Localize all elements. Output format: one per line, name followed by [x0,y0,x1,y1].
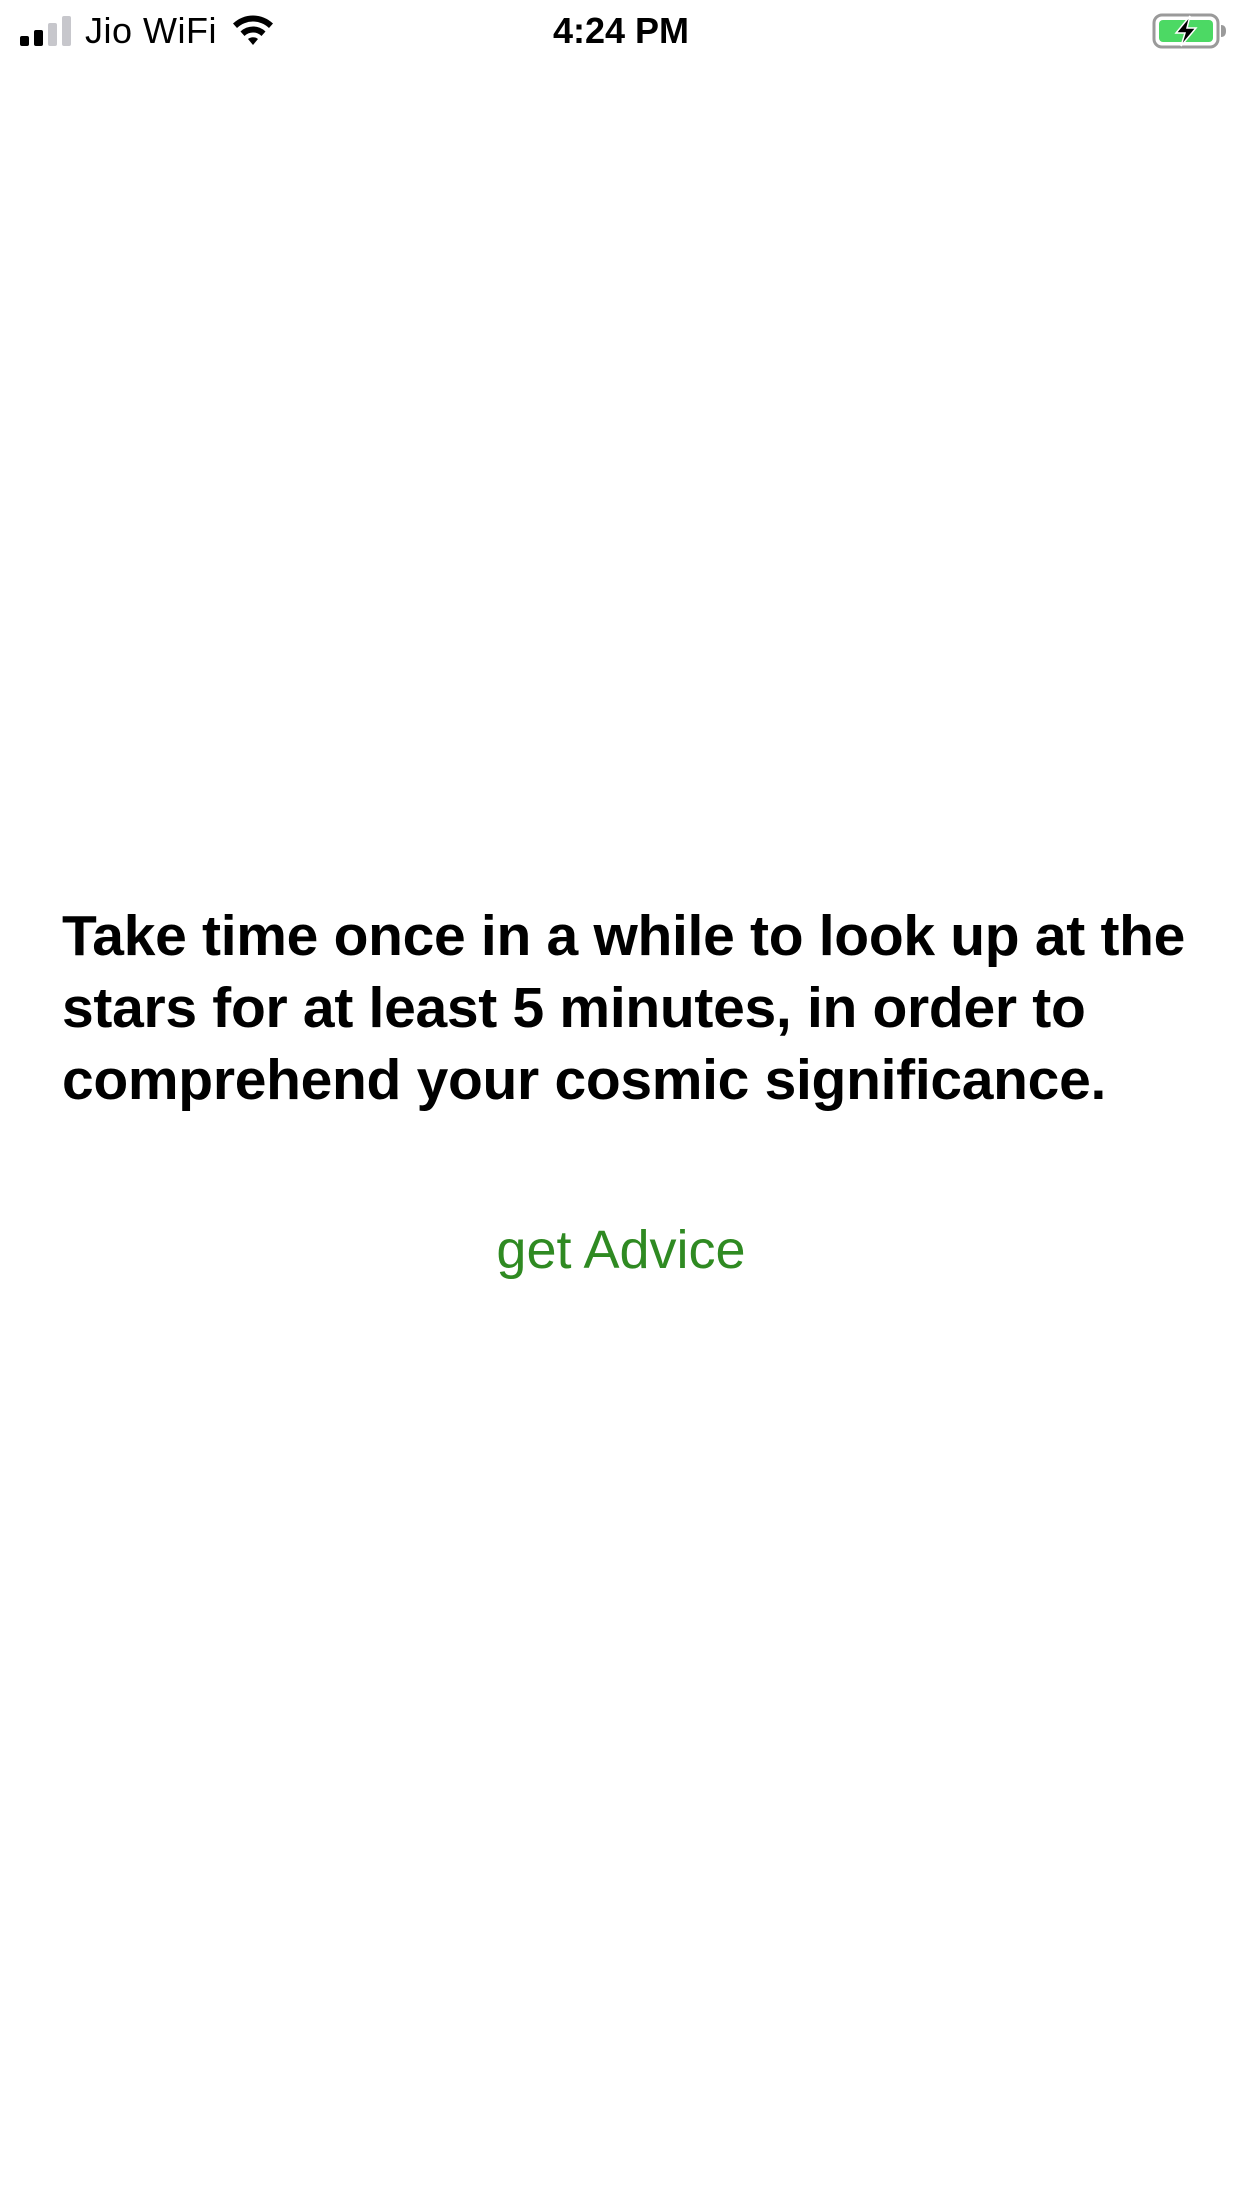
battery-charging-icon [1152,13,1226,49]
advice-quote-text: Take time once in a while to look up at … [62,904,1186,1112]
status-bar: Jio WiFi 4:24 PM [0,0,1242,62]
get-advice-button[interactable]: get Advice [421,1210,821,1290]
status-time: 4:24 PM [552,10,690,51]
